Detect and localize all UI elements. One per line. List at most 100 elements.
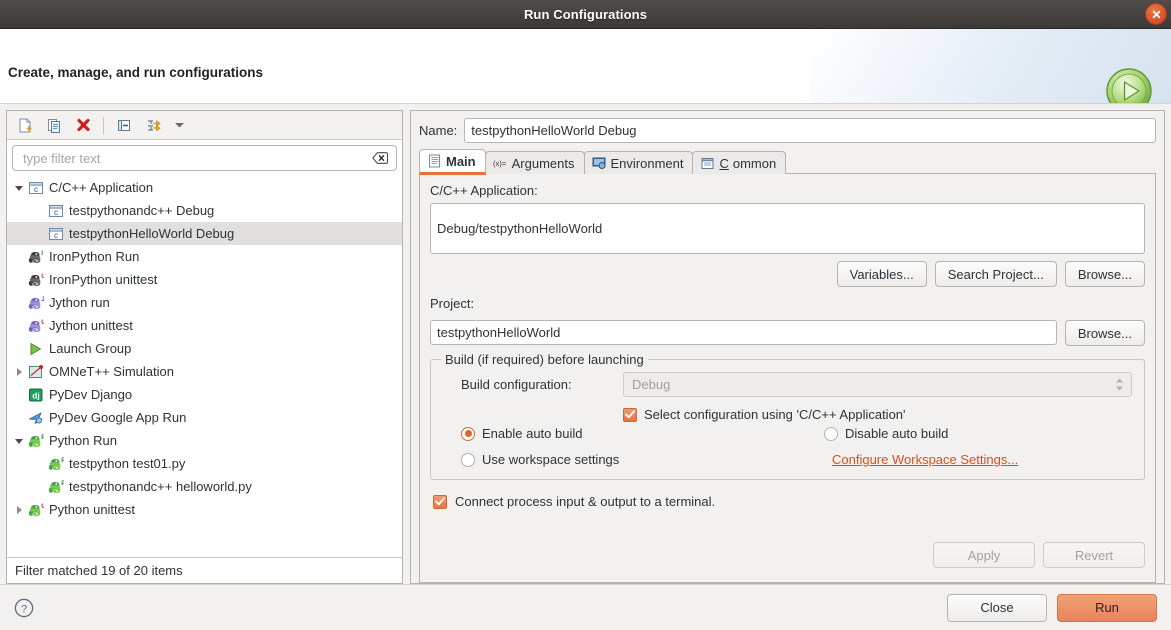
help-question-icon[interactable]: ?: [14, 598, 34, 618]
variables-button[interactable]: Variables...: [836, 261, 927, 287]
tree-item[interactable]: OMNeT++ Simulation: [7, 360, 402, 383]
tree-item-label: testpythonHelloWorld Debug: [69, 226, 235, 241]
tree-item-label: C/C++ Application: [49, 180, 154, 195]
build-configuration-select[interactable]: Debug: [623, 372, 1132, 397]
select-configuration-label: Select configuration using 'C/C++ Applic…: [644, 407, 906, 422]
name-row: Name: testpythonHelloWorld Debug: [419, 118, 1156, 143]
enable-auto-build-radio[interactable]: [461, 426, 475, 441]
tree-item[interactable]: c C/C++ Application: [7, 176, 402, 199]
chevron-right-icon[interactable]: [11, 505, 27, 515]
connect-terminal-label: Connect process input & output to a term…: [455, 494, 716, 509]
pydev-google-app-icon: [27, 410, 45, 426]
svg-text:J: J: [41, 296, 44, 303]
tree-item-label: Jython run: [49, 295, 110, 310]
dialog-body: c C/C++ Application c testpythonandc++ Debu…: [0, 104, 1171, 584]
tree-item[interactable]: P Python Run: [7, 429, 402, 452]
chevron-down-icon: [174, 123, 184, 128]
duplicate-configuration-button[interactable]: [42, 114, 66, 136]
close-icon[interactable]: [1145, 3, 1167, 25]
python-run-icon: P: [47, 456, 65, 472]
dialog-footer: ? Close Run: [0, 584, 1171, 630]
tree-item-label: IronPython unittest: [49, 272, 158, 287]
collapse-all-button[interactable]: [112, 114, 136, 136]
tree-item-label: PyDev Django: [49, 387, 133, 402]
use-workspace-settings-radio[interactable]: [461, 452, 475, 467]
cpp-application-icon: c: [47, 226, 65, 242]
close-button[interactable]: Close: [947, 593, 1047, 622]
tree-item[interactable]: dj PyDev Django: [7, 383, 402, 406]
svg-text:U: U: [41, 273, 44, 280]
apply-revert-row: Apply Revert: [430, 542, 1145, 568]
browse-project-button[interactable]: Browse...: [1064, 320, 1145, 346]
svg-text:c: c: [34, 185, 38, 194]
project-name-input[interactable]: testpythonHelloWorld: [430, 320, 1057, 345]
filter-area: [7, 140, 402, 174]
tab-arguments[interactable]: (x)= Arguments: [484, 151, 585, 174]
tree-item[interactable]: U Python unittest: [7, 498, 402, 521]
tree-item[interactable]: U IronPython unittest: [7, 268, 402, 291]
run-play-icon: [1106, 68, 1152, 103]
tree-item[interactable]: PyDev Google App Run: [7, 406, 402, 429]
run-button[interactable]: Run: [1057, 593, 1157, 622]
tree-item[interactable]: I IronPython Run: [7, 245, 402, 268]
tree-item[interactable]: c testpythonandc++ Debug: [7, 199, 402, 222]
configure-workspace-row: Configure Workspace Settings...: [824, 452, 1132, 467]
use-workspace-settings-row: Use workspace settings: [461, 452, 824, 467]
chevron-down-icon[interactable]: [11, 436, 27, 446]
project-label: Project:: [430, 296, 475, 311]
terminal-checkbox-row: Connect process input & output to a term…: [430, 494, 1145, 509]
tree-item-label: testpythonandc++ Debug: [69, 203, 215, 218]
tab-main[interactable]: Main: [419, 149, 486, 175]
chevron-down-icon[interactable]: [11, 183, 27, 193]
environment-icon: [592, 156, 607, 171]
browse-application-button[interactable]: Browse...: [1064, 261, 1145, 287]
filter-input-wrapper[interactable]: [12, 145, 397, 171]
header-banner: Create, manage, and run configurations: [0, 29, 1171, 104]
clear-field-icon[interactable]: [372, 151, 388, 165]
new-configuration-button[interactable]: [13, 114, 37, 136]
chevron-right-icon[interactable]: [11, 367, 27, 377]
jython-unittest-icon: U: [27, 318, 45, 334]
tree-item[interactable]: Ptestpythonandc++ helloworld.py: [7, 475, 402, 498]
delete-configuration-button[interactable]: [71, 114, 95, 136]
configuration-name-input[interactable]: testpythonHelloWorld Debug: [464, 118, 1156, 143]
ironpython-run-icon: I: [27, 249, 45, 265]
tree-item[interactable]: Ptestpython test01.py: [7, 452, 402, 475]
filter-arrow-button[interactable]: [141, 114, 165, 136]
view-menu-button[interactable]: [170, 114, 188, 136]
search-project-button[interactable]: Search Project...: [934, 261, 1057, 287]
checkmark-icon: [435, 497, 445, 506]
new-document-icon: [19, 118, 31, 132]
apply-button[interactable]: Apply: [933, 542, 1035, 568]
tree-item-label: testpython test01.py: [69, 456, 186, 471]
main-tab-panel: C/C++ Application: Debug/testpythonHello…: [419, 173, 1156, 583]
tab-common[interactable]: Common: [692, 151, 787, 174]
svg-text:P: P: [61, 480, 64, 487]
tree-item[interactable]: J Jython run: [7, 291, 402, 314]
disable-auto-build-radio[interactable]: [824, 426, 838, 441]
close-x-glyph: [1152, 10, 1160, 18]
configurations-tree[interactable]: c C/C++ Application c testpythonandc++ Debu…: [7, 174, 402, 557]
common-icon: [700, 156, 715, 171]
tree-item-label: Jython unittest: [49, 318, 133, 333]
search-input[interactable]: [21, 149, 372, 167]
svg-text:c: c: [54, 208, 58, 217]
name-label: Name:: [419, 123, 458, 138]
connect-terminal-checkbox[interactable]: [433, 494, 447, 509]
svg-text:U: U: [41, 503, 44, 510]
svg-text:dj: dj: [32, 390, 40, 400]
spinner-arrows-icon: [1115, 378, 1127, 391]
svg-text:?: ?: [21, 603, 27, 615]
configure-workspace-settings-link[interactable]: Configure Workspace Settings...: [832, 452, 1018, 467]
collapse-all-icon: [117, 119, 130, 131]
svg-text:(x)=: (x)=: [493, 159, 507, 168]
tab-arguments-label: Arguments: [511, 155, 575, 171]
tree-item[interactable]: Launch Group: [7, 337, 402, 360]
select-configuration-checkbox[interactable]: [623, 407, 637, 422]
footer-buttons: Close Run: [947, 593, 1157, 622]
tree-item[interactable]: U Jython unittest: [7, 314, 402, 337]
revert-button[interactable]: Revert: [1043, 542, 1145, 568]
tree-item[interactable]: c testpythonHelloWorld Debug: [7, 222, 402, 245]
tab-environment[interactable]: Environment: [583, 151, 694, 174]
application-path-input[interactable]: Debug/testpythonHelloWorld: [430, 203, 1145, 254]
